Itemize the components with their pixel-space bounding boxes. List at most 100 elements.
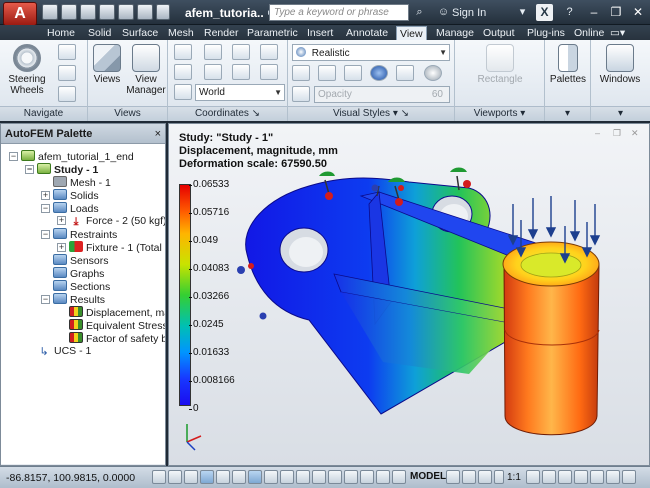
palettes-button[interactable]: Palettes xyxy=(549,44,587,85)
ucs-face-icon[interactable] xyxy=(174,84,192,100)
annotation-scale[interactable]: 1:1 xyxy=(507,472,521,483)
lineweight-icon[interactable] xyxy=(296,470,310,484)
ucs-named-icon[interactable] xyxy=(204,44,222,60)
expand-icon[interactable]: + xyxy=(57,216,66,225)
tab-solid[interactable]: Solid xyxy=(85,26,114,40)
tab-insert[interactable]: Insert xyxy=(304,26,336,40)
selection-cycling-icon[interactable] xyxy=(344,470,358,484)
tab-output[interactable]: Output xyxy=(480,26,518,40)
tab-view[interactable]: View xyxy=(396,26,427,40)
hardware-acceleration-icon[interactable] xyxy=(590,470,604,484)
tab-plug-ins[interactable]: Plug-ins xyxy=(524,26,568,40)
pan-icon[interactable] xyxy=(58,65,76,81)
search-icon[interactable]: ⌕ xyxy=(412,5,427,20)
opacity-icon[interactable] xyxy=(292,86,310,102)
dynamic-input-icon[interactable] xyxy=(280,470,294,484)
tree-item-document[interactable]: − afem_tutorial_1_end xyxy=(9,150,134,163)
tree-item-factor-of-safety[interactable]: Factor of safety by xyxy=(69,332,165,345)
search-input[interactable]: Type a keyword or phrase xyxy=(269,4,409,21)
filter-icon[interactable] xyxy=(376,470,390,484)
grid-display-icon[interactable] xyxy=(168,470,182,484)
dropdown-icon[interactable]: ▾ xyxy=(515,5,530,20)
tab-online[interactable]: Online xyxy=(571,26,607,40)
tab-render[interactable]: Render xyxy=(201,26,241,40)
sphere-icon[interactable] xyxy=(370,65,388,81)
tree-item-loads[interactable]: − Loads xyxy=(41,202,99,215)
collapse-icon[interactable]: − xyxy=(9,152,18,161)
opacity-slider[interactable]: Opacity 60 xyxy=(314,86,450,103)
transparency-icon[interactable] xyxy=(312,470,326,484)
new-icon[interactable] xyxy=(42,4,58,20)
ucs-3point-icon[interactable] xyxy=(232,64,250,80)
ucs-previous-icon[interactable] xyxy=(260,44,278,60)
steering-wheels-button[interactable]: Steering Wheels xyxy=(4,44,50,96)
restore-icon[interactable]: ❐ xyxy=(606,4,626,21)
tab-mesh[interactable]: Mesh xyxy=(165,26,197,40)
shadows-icon[interactable] xyxy=(396,65,414,81)
expand-icon[interactable]: + xyxy=(57,243,66,252)
windows-button[interactable]: Windows xyxy=(595,44,645,85)
annotation-monitor-icon[interactable] xyxy=(360,470,374,484)
quick-access-dropdown-icon[interactable] xyxy=(156,4,170,20)
auto-scale-icon[interactable] xyxy=(542,470,556,484)
3d-object-snap-icon[interactable] xyxy=(232,470,246,484)
help-icon[interactable]: ? xyxy=(562,5,577,20)
ucs-object-icon[interactable] xyxy=(260,64,278,80)
collapse-icon[interactable]: − xyxy=(25,165,34,174)
orbit-icon[interactable] xyxy=(58,44,76,60)
tree-item-fixture[interactable]: + Fixture - 1 (Total Fi xyxy=(57,241,165,254)
tab-parametric[interactable]: Parametric xyxy=(244,26,301,40)
polar-tracking-icon[interactable] xyxy=(200,470,214,484)
x-ray-icon[interactable] xyxy=(424,65,442,81)
views-button[interactable]: Views xyxy=(91,44,123,85)
pan-status-icon[interactable] xyxy=(478,470,492,484)
tree-item-equivalent-stress[interactable]: Equivalent Stress xyxy=(69,319,165,332)
collapse-icon[interactable]: − xyxy=(41,230,50,239)
tab-annotate[interactable]: Annotate xyxy=(343,26,391,40)
tree-item-mesh[interactable]: Mesh - 1 xyxy=(53,176,111,189)
object-snap-icon[interactable] xyxy=(216,470,230,484)
ucs-zaxis-icon[interactable] xyxy=(204,64,222,80)
lock-icon[interactable] xyxy=(574,470,588,484)
application-menu-button[interactable]: A xyxy=(3,2,37,26)
visual-style-select[interactable]: Realistic ▼ xyxy=(292,44,450,61)
exchange-icon[interactable]: X xyxy=(536,4,553,21)
model-space-button[interactable]: MODEL xyxy=(410,471,446,482)
tree-item-restraints[interactable]: − Restraints xyxy=(41,228,117,241)
expand-icon[interactable]: + xyxy=(41,191,50,200)
tree-item-displacement[interactable]: Displacement, magn xyxy=(69,306,165,319)
tree-item-graphs[interactable]: Graphs xyxy=(53,267,104,280)
open-icon[interactable] xyxy=(61,4,77,20)
undo-icon[interactable] xyxy=(118,4,134,20)
ucs-world-icon[interactable] xyxy=(232,44,250,60)
workspace-switching-icon[interactable] xyxy=(558,470,572,484)
ucs-select[interactable]: World ▼ xyxy=(195,84,285,101)
collapse-icon[interactable]: − xyxy=(41,295,50,304)
sign-in-link[interactable]: Sign In xyxy=(452,7,486,19)
annotation-visibility-icon[interactable] xyxy=(526,470,540,484)
zoom-icon[interactable] xyxy=(58,86,76,102)
ribbon-toggle-icon[interactable]: ▭▾ xyxy=(607,26,628,40)
dynamic-ucs-icon[interactable] xyxy=(264,470,278,484)
shading-icon[interactable] xyxy=(292,65,310,81)
quick-properties-icon[interactable] xyxy=(328,470,342,484)
tree-item-study[interactable]: − Study - 1 xyxy=(25,163,98,176)
rectangle-button[interactable]: Rectangle xyxy=(463,44,537,85)
save-icon[interactable] xyxy=(80,4,96,20)
save-as-icon[interactable] xyxy=(99,4,115,20)
materials-icon[interactable] xyxy=(344,65,362,81)
tree-item-sections[interactable]: Sections xyxy=(53,280,110,293)
object-snap-tracking-icon[interactable] xyxy=(248,470,262,484)
view-manager-button[interactable]: View Manager xyxy=(126,44,166,96)
tree-item-results[interactable]: − Results xyxy=(41,293,105,306)
annotation-scale-icon[interactable] xyxy=(494,470,504,484)
clean-screen-icon[interactable] xyxy=(622,470,636,484)
redo-icon[interactable] xyxy=(137,4,153,20)
user-icon[interactable]: ☺ xyxy=(436,5,451,20)
close-icon[interactable]: × xyxy=(155,124,161,144)
collapse-icon[interactable]: − xyxy=(41,204,50,213)
tree-item-ucs[interactable]: ↳ UCS - 1 xyxy=(37,345,91,358)
gizmo-icon[interactable] xyxy=(392,470,406,484)
isolate-objects-icon[interactable] xyxy=(606,470,620,484)
close-icon[interactable]: ✕ xyxy=(628,4,648,21)
